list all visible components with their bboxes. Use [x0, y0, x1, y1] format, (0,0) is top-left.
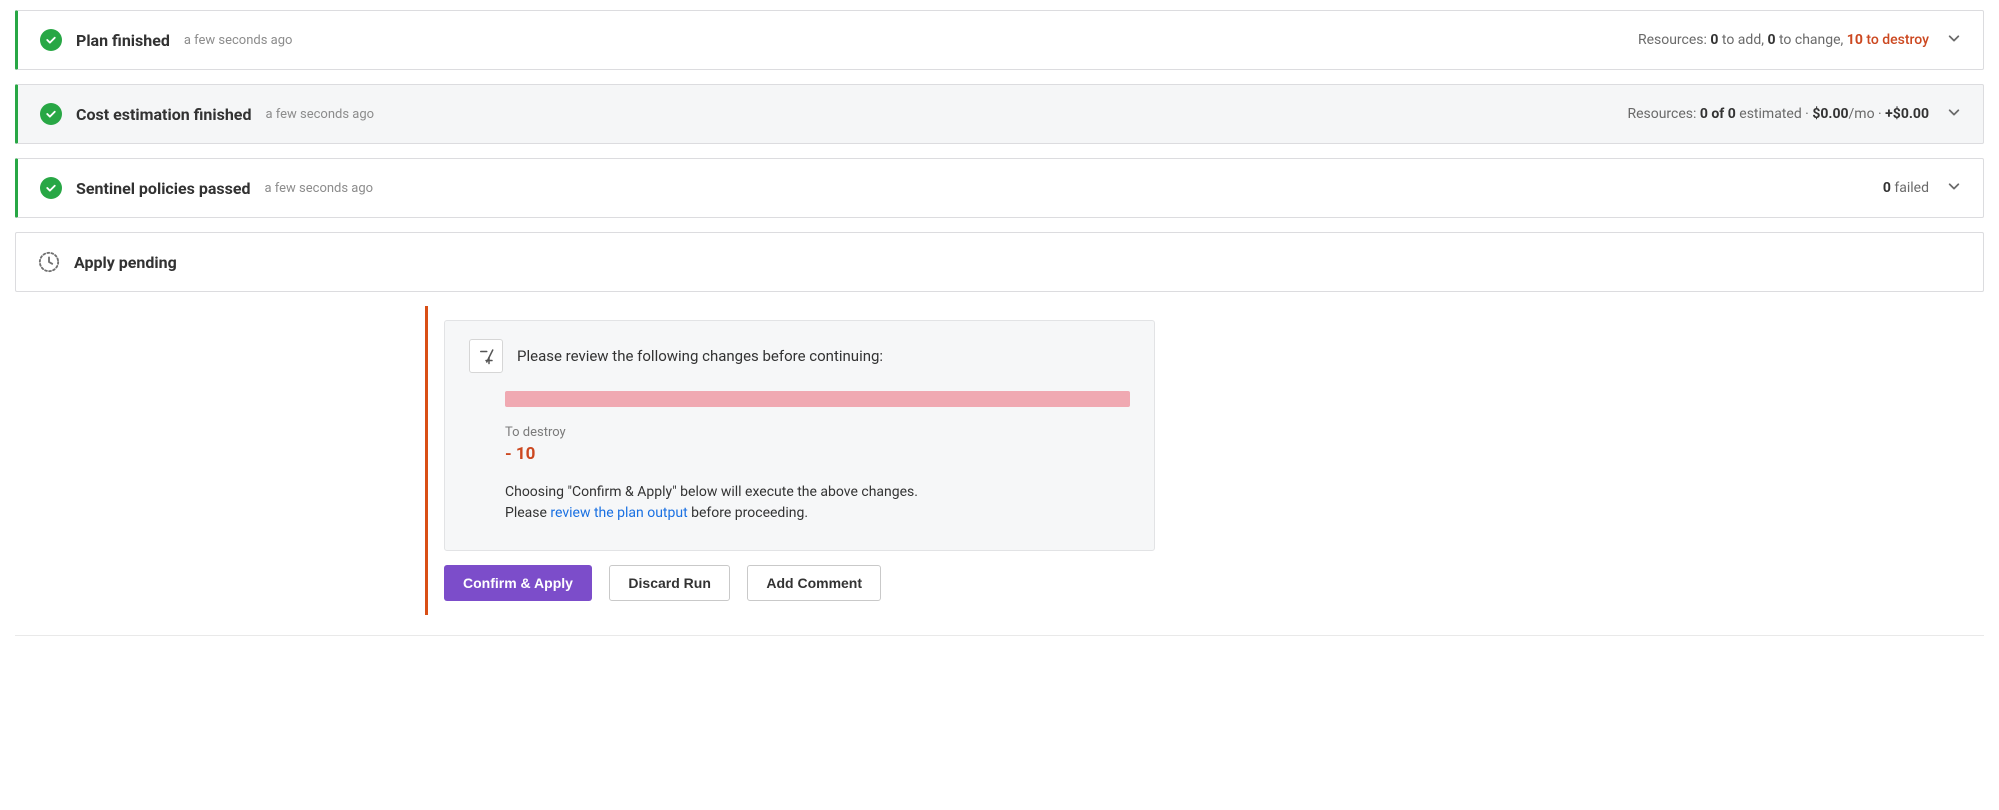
discard-run-button[interactable]: Discard Run: [609, 565, 729, 601]
sentinel-card[interactable]: Sentinel policies passed a few seconds a…: [15, 158, 1984, 218]
plus-minus-icon: [469, 339, 503, 373]
sentinel-title: Sentinel policies passed: [76, 179, 250, 198]
check-icon: [40, 103, 62, 125]
to-destroy-value: - 10: [505, 444, 1130, 464]
check-icon: [40, 177, 62, 199]
review-box: Please review the following changes befo…: [444, 320, 1155, 551]
plan-summary: Resources: 0 to add, 0 to change, 10 to …: [1638, 32, 1929, 48]
confirm-apply-button[interactable]: Confirm & Apply: [444, 565, 592, 601]
plan-title: Plan finished: [76, 31, 170, 50]
chevron-down-icon[interactable]: [1947, 179, 1961, 197]
check-icon: [40, 29, 62, 51]
button-row: Confirm & Apply Discard Run Add Comment: [444, 565, 1155, 601]
cost-timestamp: a few seconds ago: [265, 107, 374, 122]
review-plan-output-link[interactable]: review the plan output: [550, 505, 687, 521]
to-destroy-label: To destroy: [505, 425, 1130, 440]
review-header-text: Please review the following changes befo…: [517, 347, 883, 365]
plan-card[interactable]: Plan finished a few seconds ago Resource…: [15, 10, 1984, 70]
plan-timestamp: a few seconds ago: [184, 33, 293, 48]
sentinel-timestamp: a few seconds ago: [264, 181, 373, 196]
cost-title: Cost estimation finished: [76, 105, 251, 124]
review-header: Please review the following changes befo…: [469, 339, 1130, 373]
chevron-down-icon[interactable]: [1947, 105, 1961, 123]
add-comment-button[interactable]: Add Comment: [747, 565, 881, 601]
cost-card[interactable]: Cost estimation finished a few seconds a…: [15, 84, 1984, 144]
warn-text: Choosing "Confirm & Apply" below will ex…: [505, 482, 1130, 524]
apply-card: Apply pending: [15, 232, 1984, 292]
destroy-bar: [505, 391, 1130, 407]
sentinel-summary: 0 failed: [1883, 180, 1929, 196]
apply-title: Apply pending: [74, 253, 177, 272]
destroy-bar-container: To destroy - 10: [505, 391, 1130, 464]
bottom-divider: [15, 635, 1984, 636]
review-panel: Please review the following changes befo…: [425, 306, 1155, 615]
cost-summary: Resources: 0 of 0 estimated · $0.00/mo ·…: [1627, 106, 1929, 122]
chevron-down-icon[interactable]: [1947, 31, 1961, 49]
clock-icon: [38, 251, 60, 273]
